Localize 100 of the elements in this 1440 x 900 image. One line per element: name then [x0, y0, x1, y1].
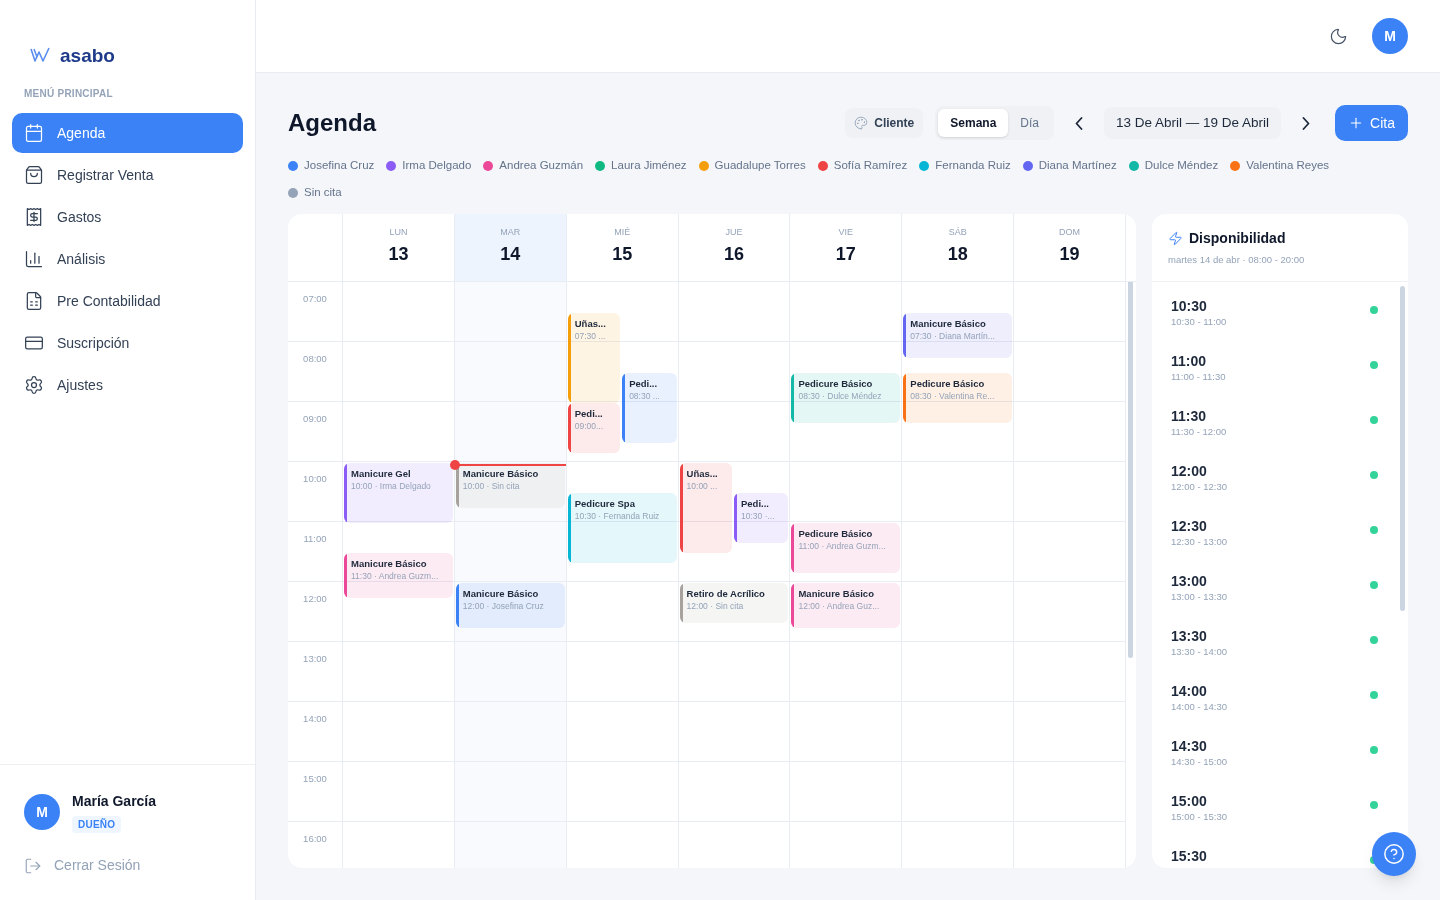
- weekday-label: MAR: [500, 225, 521, 239]
- view-tab[interactable]: Día: [1008, 109, 1051, 137]
- nav-item[interactable]: Suscripción: [12, 323, 243, 363]
- client-button[interactable]: Cliente: [845, 108, 924, 138]
- logo-text: asabo: [60, 45, 115, 65]
- slot-range: 14:00 - 14:30: [1171, 699, 1227, 714]
- slot-time: 11:30: [1171, 406, 1208, 425]
- date-range: 13 De Abril — 19 De Abril: [1104, 107, 1282, 139]
- day-number: 13: [388, 243, 409, 267]
- appointment-title: Manicure Básico: [462, 466, 539, 480]
- slot-time: 13:00: [1171, 571, 1208, 590]
- legend-label: Andrea Guzmán: [499, 158, 584, 173]
- dark-mode-icon[interactable]: [1329, 26, 1348, 46]
- hour-label: 12:00: [303, 591, 327, 606]
- legend-label: Diana Martínez: [1038, 158, 1117, 173]
- appointment-subtitle: 11:00 · Andrea Guzm...: [798, 539, 886, 553]
- appointment-title: Pedicure Básico: [798, 376, 874, 390]
- legend-label: Laura Jiménez: [611, 158, 687, 173]
- slot-range: 12:00 - 12:30: [1171, 479, 1227, 494]
- slot-time: 14:30: [1171, 736, 1208, 755]
- scrollbar[interactable]: [1128, 281, 1133, 658]
- nav-item[interactable]: Ajustes: [12, 365, 243, 405]
- nav-item[interactable]: Gastos: [12, 197, 243, 237]
- appointment[interactable]: Manicure Básico 10:00 · Sin cita: [455, 462, 565, 508]
- appointment-title: Pedi...: [629, 376, 659, 390]
- appointment-title: Manicure Gel: [351, 466, 412, 480]
- logo-icon: [30, 47, 52, 63]
- weekday-label: DOM: [1059, 225, 1081, 239]
- slot-time: 14:00: [1171, 681, 1208, 700]
- palette-icon: [854, 116, 869, 130]
- hour-label: 10:00: [303, 471, 327, 486]
- appointment-title: Pedi...: [574, 406, 604, 420]
- scrollbar[interactable]: [1400, 285, 1405, 611]
- appointment[interactable]: Manicure Básico 12:00 · Josefina Cruz: [455, 582, 565, 628]
- slot-time: 15:00: [1171, 791, 1208, 810]
- appointment[interactable]: Uñas... 07:30 ...: [567, 312, 621, 403]
- appointment-title: Pedicure Spa: [574, 496, 636, 510]
- appointment[interactable]: Retiro de Acrílico 12:00 · Sin cita: [679, 582, 789, 623]
- weekday-label: JUE: [725, 225, 743, 239]
- panel-subtitle: martes 14 de abr · 08:00 - 20:00: [1168, 252, 1306, 267]
- slot-time: 10:30: [1171, 296, 1208, 315]
- appointment[interactable]: Manicure Básico 11:30 · Andrea Guzm...: [344, 552, 453, 598]
- slot-range: 10:30 - 11:00: [1171, 314, 1227, 329]
- legend-label: Sofía Ramírez: [833, 158, 908, 173]
- appointment-title: Manicure Básico: [462, 586, 540, 600]
- hour-label: 07:00: [303, 291, 327, 306]
- calendar-icon: [24, 123, 44, 143]
- appointment[interactable]: Uñas... 10:00 ...: [679, 462, 732, 553]
- appointment[interactable]: Pedicure Básico 11:00 · Andrea Guzm...: [791, 522, 901, 573]
- appointment[interactable]: Pedicure Básico 08:30 · Dulce Méndez: [791, 372, 901, 423]
- legend-label: Dulce Méndez: [1144, 158, 1219, 173]
- slot-time: 15:30: [1171, 846, 1207, 865]
- weekday-label: VIE: [838, 225, 854, 239]
- appointment-title: Retiro de Acrílico: [686, 586, 765, 600]
- slot-range: 14:30 - 15:00: [1171, 754, 1227, 769]
- nav-item[interactable]: Pre Contabilidad: [12, 281, 243, 321]
- user-name: María García: [72, 792, 157, 811]
- appointment-subtitle: 08:30 ...: [629, 389, 660, 403]
- appointment-title: Uñas...: [686, 466, 718, 480]
- hour-label: 16:00: [303, 831, 327, 846]
- appointment-subtitle: 12:00 · Andrea Guz...: [798, 599, 880, 613]
- appointment[interactable]: Pedi... 08:30 ...: [622, 372, 677, 443]
- page-title: Agenda: [288, 108, 376, 138]
- nav-item[interactable]: Análisis: [12, 239, 243, 279]
- hour-label: 14:00: [303, 711, 327, 726]
- view-tab[interactable]: Semana: [938, 109, 1009, 137]
- spreadsheet-icon: [24, 291, 44, 311]
- slot-range: 13:00 - 13:30: [1171, 589, 1227, 604]
- legend-label: Guadalupe Torres: [714, 158, 806, 173]
- appointment-title: Manicure Básico: [351, 556, 428, 570]
- appointment-title: Uñas...: [574, 316, 606, 330]
- slot-range: 15:00 - 15:30: [1171, 809, 1227, 824]
- appointment-subtitle: 10:00 · Sin cita: [462, 479, 521, 493]
- slot-time: 12:00: [1171, 461, 1208, 480]
- bar-chart-icon: [24, 249, 44, 269]
- appointment[interactable]: Pedi... 09:00...: [567, 402, 621, 453]
- weekday-label: SÁB: [948, 225, 967, 239]
- appointment[interactable]: Pedicure Básico 08:30 · Valentina Re...: [903, 372, 1013, 423]
- legend-label: Fernanda Ruiz: [935, 158, 1011, 173]
- appointment-subtitle: 09:00...: [574, 419, 604, 433]
- day-number: 17: [835, 243, 856, 267]
- help-button[interactable]: [1372, 832, 1416, 876]
- new-appointment-button[interactable]: Cita: [1335, 105, 1408, 141]
- appointment[interactable]: Manicure Gel 10:00 · Irma Delgado: [344, 462, 453, 523]
- nav-item[interactable]: Registrar Venta: [12, 155, 243, 195]
- nav-item[interactable]: Agenda: [12, 113, 243, 153]
- appointment[interactable]: Pedicure Spa 10:30 · Fernanda Ruiz: [567, 492, 677, 563]
- day-number: 14: [500, 243, 521, 267]
- hour-label: 08:00: [303, 351, 327, 366]
- appointment-title: Pedi...: [741, 496, 770, 510]
- slot-range: 11:30 - 12:00: [1171, 424, 1227, 439]
- appointment[interactable]: Pedi... 10:30 ·...: [734, 492, 789, 543]
- appointment-subtitle: 08:30 · Valentina Re...: [910, 389, 995, 403]
- appointment-subtitle: 10:30 ·...: [741, 509, 775, 523]
- hour-label: 13:00: [303, 651, 327, 666]
- legend-label: Irma Delgado: [402, 158, 472, 173]
- day-number: 18: [947, 243, 968, 267]
- appointment[interactable]: Manicure Básico 07:30 · Diana Martín...: [903, 312, 1013, 358]
- appointment[interactable]: Manicure Básico 12:00 · Andrea Guz...: [791, 582, 901, 628]
- user-avatar[interactable]: M: [1372, 18, 1408, 54]
